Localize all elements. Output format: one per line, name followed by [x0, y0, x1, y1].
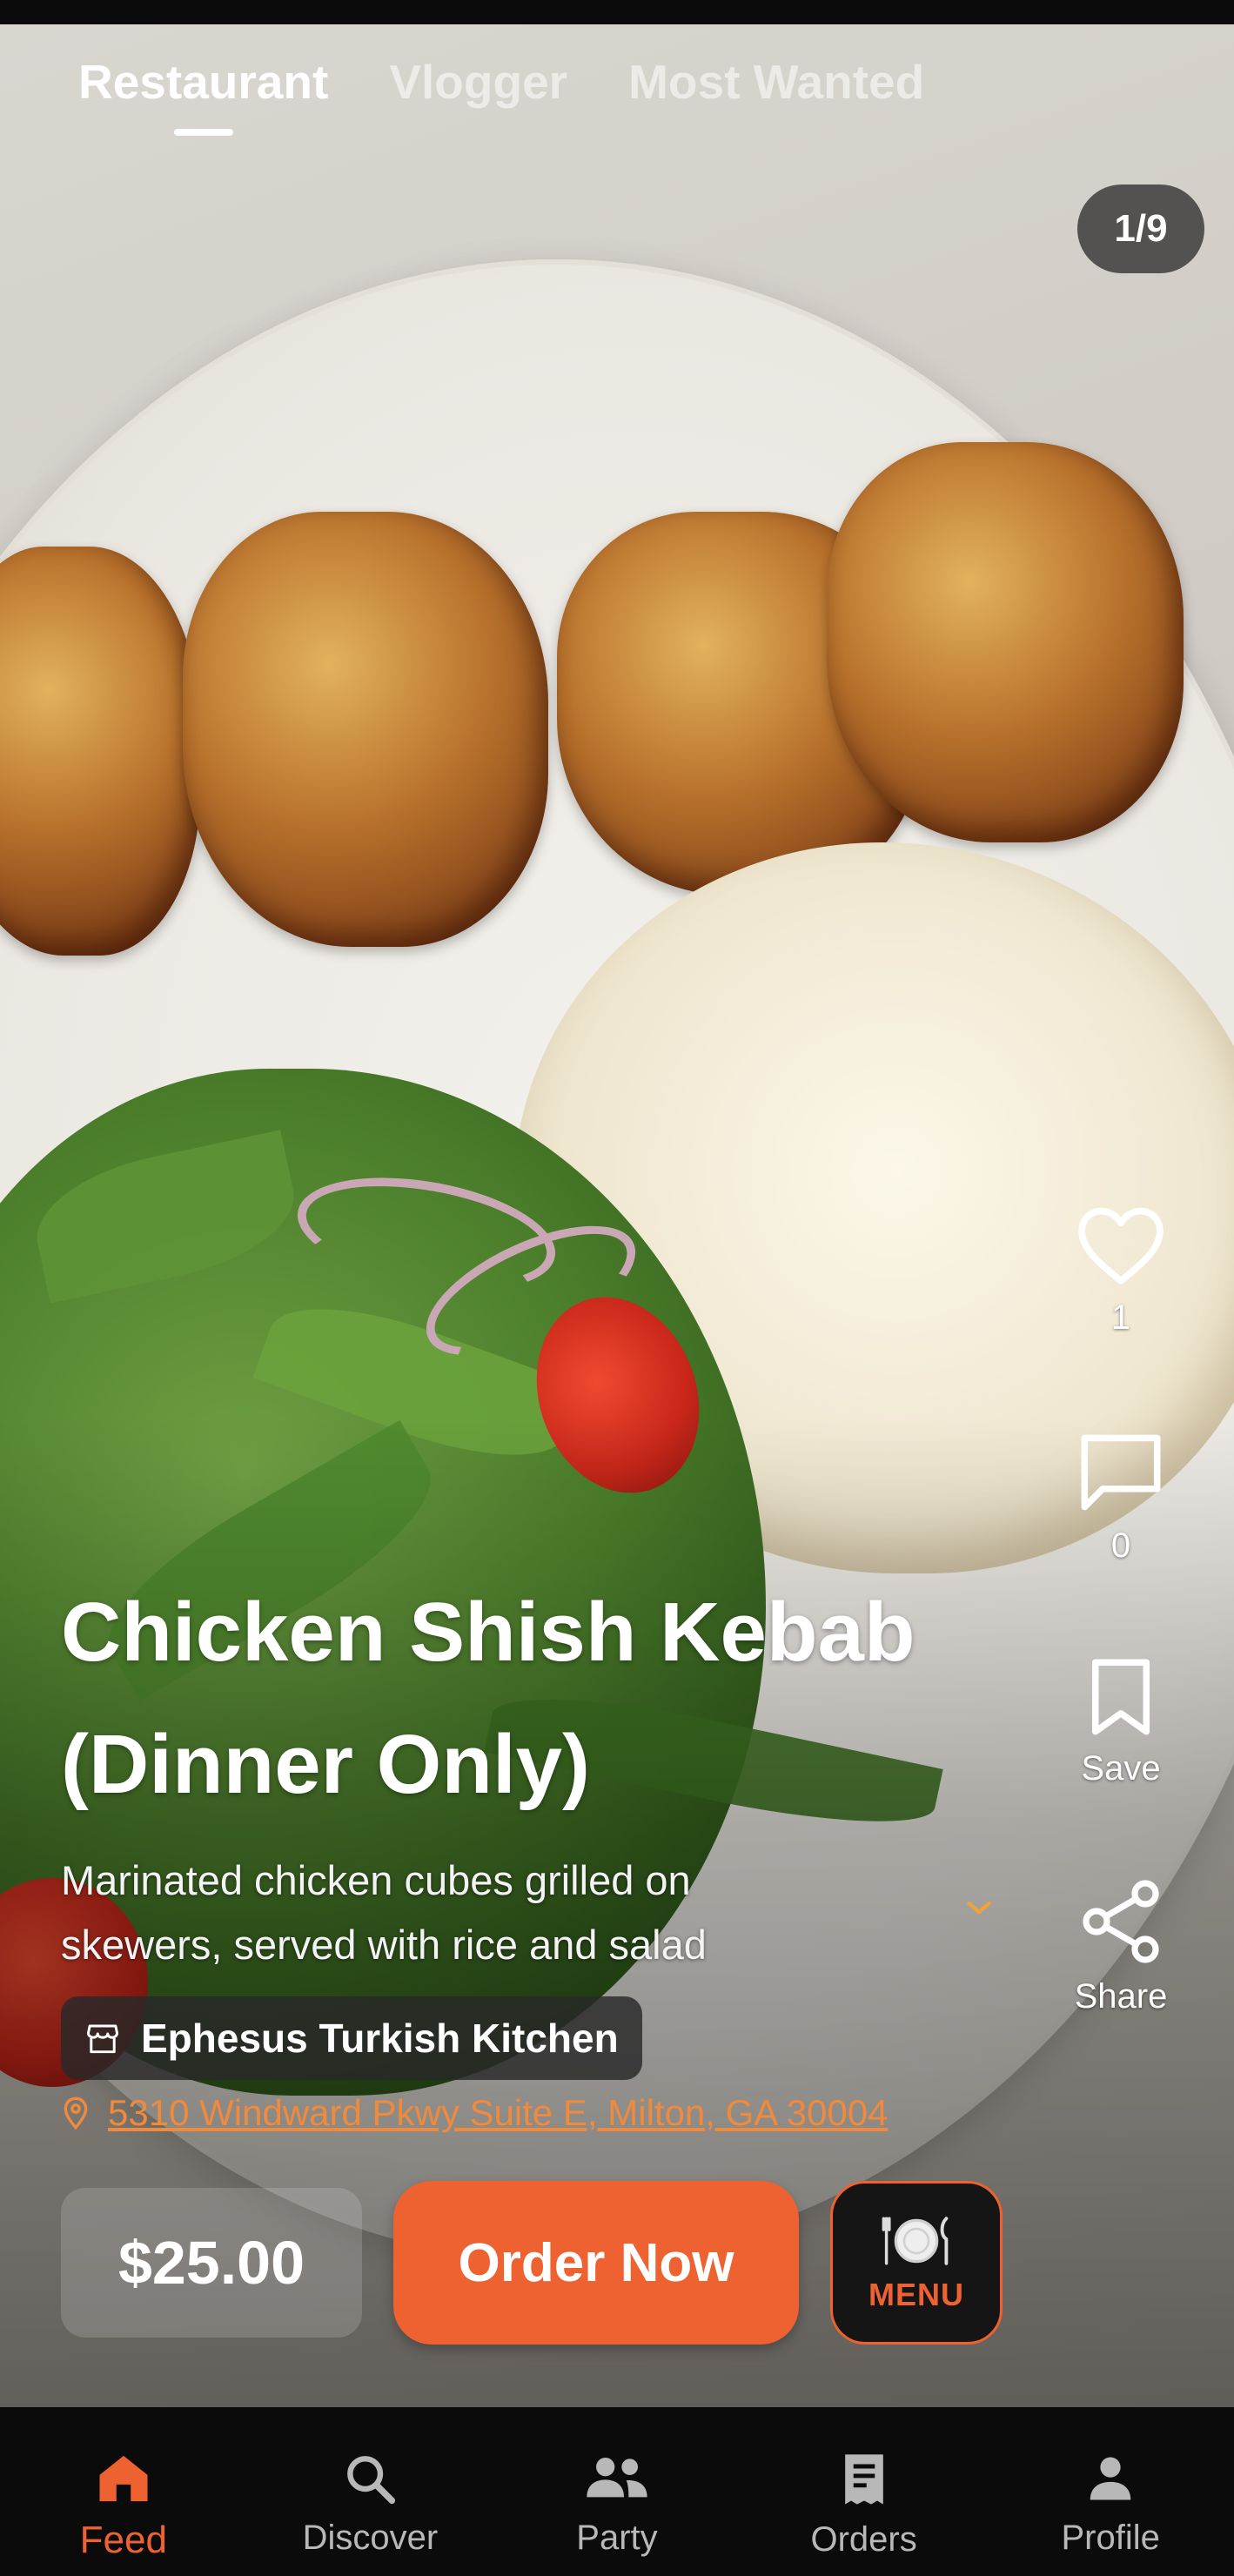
search-icon: [347, 2456, 396, 2505]
nav-item-profile[interactable]: Profile: [987, 2407, 1234, 2576]
location-pin-icon: [64, 2096, 88, 2130]
tab-vlogger[interactable]: Vlogger: [389, 54, 567, 110]
share-icon: [1083, 1880, 1159, 1963]
nav-label-discover: Discover: [302, 2519, 439, 2557]
tab-most-wanted[interactable]: Most Wanted: [628, 54, 924, 110]
save-label: Save: [1081, 1749, 1161, 1788]
heart-icon: [1078, 1207, 1164, 1285]
home-icon: [99, 2455, 148, 2502]
nav-item-party[interactable]: Party: [493, 2407, 741, 2576]
people-icon: [587, 2458, 647, 2498]
order-now-button[interactable]: Order Now: [393, 2181, 799, 2345]
person-icon: [1090, 2457, 1131, 2500]
status-bar: [0, 0, 1234, 24]
save-button[interactable]: Save: [1034, 1657, 1208, 1788]
nav-item-feed[interactable]: Feed: [0, 2407, 247, 2576]
restaurant-chip[interactable]: Ephesus Turkish Kitchen: [61, 1996, 642, 2080]
receipt-icon: [844, 2454, 883, 2505]
like-button[interactable]: 1: [1034, 1204, 1208, 1338]
like-count: 1: [1110, 1298, 1131, 1337]
feed-tabs: Restaurant Vlogger Most Wanted: [78, 54, 924, 136]
kebab-piece: [0, 547, 200, 956]
tab-restaurant[interactable]: Restaurant: [78, 54, 328, 136]
price-badge: $25.00: [61, 2188, 362, 2338]
nav-label-feed: Feed: [79, 2519, 167, 2561]
plate-cutlery-icon: [882, 2217, 949, 2265]
nav-item-discover[interactable]: Discover: [247, 2407, 494, 2576]
share-label: Share: [1074, 1977, 1168, 2016]
nav-label-profile: Profile: [1061, 2519, 1160, 2557]
comment-icon: [1081, 1434, 1161, 1511]
comment-button[interactable]: 0: [1034, 1431, 1208, 1566]
store-icon: [86, 2024, 119, 2054]
kebab-piece: [183, 512, 548, 947]
address-link[interactable]: 5310 Windward Pkwy Suite E, Milton, GA 3…: [61, 2092, 888, 2134]
menu-label: MENU: [868, 2277, 964, 2312]
nav-label-party: Party: [576, 2519, 658, 2557]
share-button[interactable]: Share: [1034, 1878, 1208, 2016]
nav-label-orders: Orders: [810, 2520, 917, 2559]
chevron-down-icon[interactable]: [962, 1890, 996, 1925]
restaurant-name: Ephesus Turkish Kitchen: [141, 2016, 619, 2061]
kebab-piece: [827, 442, 1184, 842]
comment-count: 0: [1110, 1526, 1131, 1565]
nav-item-orders[interactable]: Orders: [741, 2407, 988, 2576]
address-text: 5310 Windward Pkwy Suite E, Milton, GA 3…: [108, 2092, 889, 2133]
dish-title: Chicken Shish Kebab (Dinner Only): [61, 1586, 915, 1811]
dish-description: Marinated chicken cubes grilled on skewe…: [61, 1857, 707, 1968]
media-counter: 1/9: [1077, 184, 1204, 273]
bookmark-icon: [1091, 1659, 1150, 1735]
bottom-nav: Feed Discover Party Orders Profile: [0, 2407, 1234, 2576]
menu-button[interactable]: MENU: [830, 2181, 1003, 2345]
